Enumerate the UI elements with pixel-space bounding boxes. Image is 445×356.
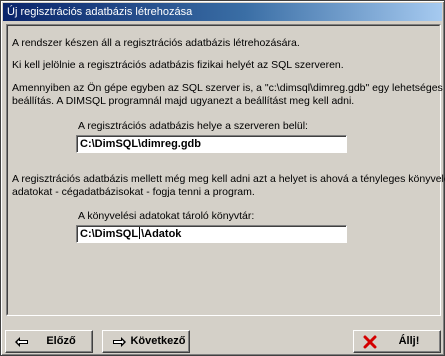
acc-dir-path-value-end: \Adatok xyxy=(141,228,182,240)
acc-dir-path-input[interactable]: C:\DimSQL \Adatok xyxy=(76,225,347,243)
dialog-window: Új regisztrációs adatbázis létrehozása A… xyxy=(0,0,445,356)
next-button[interactable]: Következő xyxy=(102,330,190,353)
prev-button[interactable]: Előző xyxy=(5,330,93,353)
acc-dir-path-value-start: C:\DimSQL xyxy=(80,228,139,240)
text-cursor xyxy=(139,227,141,239)
reg-db-path-input[interactable]: C:\DimSQL\dimreg.gdb xyxy=(76,135,347,153)
info-text-accounting-2: adatokat - cégadatbázisokat - fogja tenn… xyxy=(12,186,255,198)
red-x-icon xyxy=(362,335,378,349)
info-text-location: Ki kell jelölnie a regisztrációs adatbáz… xyxy=(12,59,344,71)
info-text-sql-server-2: beállítás. A DIMSQL programnál majd ugya… xyxy=(12,95,355,107)
prev-button-label: Előző xyxy=(46,335,76,347)
next-button-label: Következő xyxy=(130,335,186,347)
stop-button[interactable]: Állj! xyxy=(353,330,441,353)
title-bar[interactable]: Új regisztrációs adatbázis létrehozása xyxy=(3,3,442,21)
info-text-sql-server-1: Amennyiben az Ön gépe egyben az SQL szer… xyxy=(12,82,443,94)
reg-db-label: A regisztrációs adatbázis helye a szerve… xyxy=(78,120,308,132)
arrow-right-icon xyxy=(111,335,127,349)
window-title: Új regisztrációs adatbázis létrehozása xyxy=(7,6,193,18)
stop-button-label: Állj! xyxy=(398,335,420,347)
arrow-left-icon xyxy=(14,335,30,349)
acc-dir-label: A könyvelési adatokat tároló könyvtár: xyxy=(78,210,255,222)
reg-db-path-value: C:\DimSQL\dimreg.gdb xyxy=(80,138,201,150)
info-text-ready: A rendszer készen áll a regisztrációs ad… xyxy=(12,37,300,49)
info-text-accounting-1: A regisztrációs adatbázis mellett még me… xyxy=(12,173,445,185)
